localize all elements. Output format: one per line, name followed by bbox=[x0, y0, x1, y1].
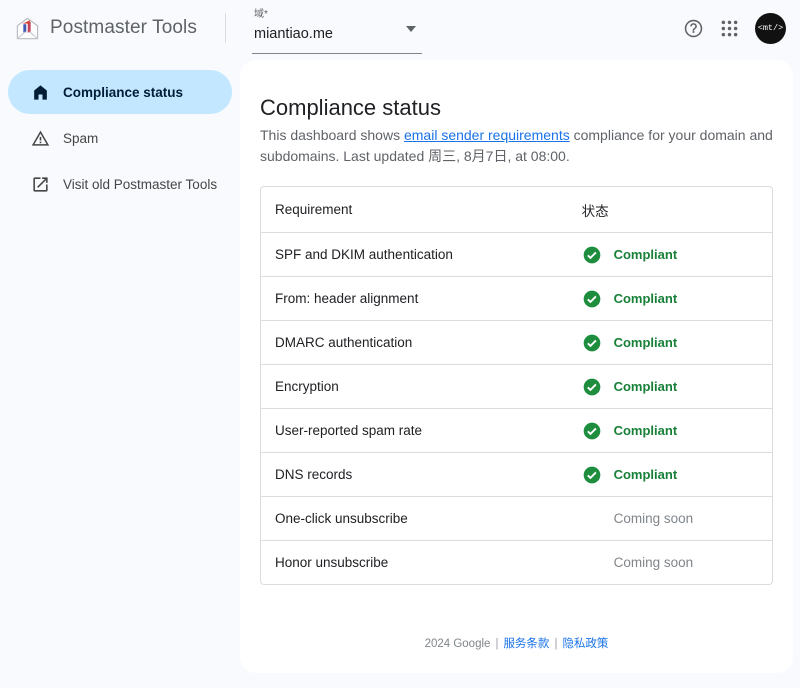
status-cell: Coming soon bbox=[568, 540, 772, 584]
table-row: DMARC authentication Compliant bbox=[261, 320, 772, 364]
content-card: Compliance status This dashboard shows e… bbox=[240, 60, 793, 673]
status-text: Compliant bbox=[614, 335, 678, 350]
header-divider bbox=[225, 13, 226, 43]
sidebar-item-label: Compliance status bbox=[63, 85, 183, 100]
check-circle-icon bbox=[582, 465, 602, 485]
status-text: Compliant bbox=[614, 247, 678, 262]
status-cell: Compliant bbox=[568, 320, 772, 364]
sidebar-item-compliance-status[interactable]: Compliance status bbox=[8, 70, 232, 114]
status-cell: Compliant bbox=[568, 276, 772, 320]
domain-selector-value: miantiao.me bbox=[254, 23, 420, 45]
status-cell: Compliant bbox=[568, 364, 772, 408]
email-sender-requirements-link[interactable]: email sender requirements bbox=[404, 127, 570, 143]
warning-triangle-icon bbox=[30, 128, 50, 148]
check-circle-icon bbox=[582, 333, 602, 353]
sidebar-nav: Compliance status Spam Visit old Postmas… bbox=[0, 56, 240, 688]
check-circle-icon bbox=[582, 421, 602, 441]
status-cell: Compliant bbox=[568, 452, 772, 496]
domain-selector[interactable]: 域* miantiao.me bbox=[252, 2, 422, 54]
home-icon bbox=[30, 82, 50, 102]
table-row: SPF and DKIM authentication Compliant bbox=[261, 232, 772, 276]
check-circle-icon bbox=[582, 289, 602, 309]
sidebar-item-spam[interactable]: Spam bbox=[8, 116, 232, 160]
chevron-down-icon bbox=[406, 26, 416, 32]
table-row: One-click unsubscribe Coming soon bbox=[261, 496, 772, 540]
footer-privacy-link[interactable]: 隐私政策 bbox=[562, 638, 608, 650]
requirement-cell: From: header alignment bbox=[261, 276, 568, 320]
requirement-cell: Encryption bbox=[261, 364, 568, 408]
apps-grid-button[interactable] bbox=[711, 10, 747, 46]
table-row: DNS records Compliant bbox=[261, 452, 772, 496]
help-button[interactable] bbox=[675, 10, 711, 46]
column-header-status: 状态 bbox=[568, 187, 772, 232]
open-in-new-icon bbox=[30, 174, 50, 194]
app-title: Postmaster Tools bbox=[50, 17, 197, 39]
sidebar-item-label: Spam bbox=[63, 131, 98, 146]
page-footer: 2024 Google | 服务条款 | 隐私政策 bbox=[260, 635, 773, 651]
compliance-table: Requirement 状态 SPF and DKIM authenticati… bbox=[260, 186, 773, 585]
check-circle-icon bbox=[582, 245, 602, 265]
status-text: Compliant bbox=[614, 467, 678, 482]
requirement-cell: SPF and DKIM authentication bbox=[261, 232, 568, 276]
account-avatar[interactable]: <mt/> bbox=[755, 13, 786, 44]
status-cell: Compliant bbox=[568, 232, 772, 276]
status-text: Coming soon bbox=[614, 555, 694, 570]
status-cell: Compliant bbox=[568, 408, 772, 452]
check-circle-icon bbox=[582, 377, 602, 397]
footer-separator-1: | bbox=[495, 638, 498, 650]
table-row: From: header alignment Compliant bbox=[261, 276, 772, 320]
help-icon bbox=[683, 18, 704, 39]
table-row: Honor unsubscribe Coming soon bbox=[261, 540, 772, 584]
sidebar-item-label: Visit old Postmaster Tools bbox=[63, 177, 217, 192]
app-logo-home-link[interactable]: Postmaster Tools bbox=[14, 15, 197, 42]
requirement-cell: DMARC authentication bbox=[261, 320, 568, 364]
requirement-cell: User-reported spam rate bbox=[261, 408, 568, 452]
column-header-requirement: Requirement bbox=[261, 187, 568, 232]
postmaster-logo-icon bbox=[14, 15, 41, 42]
status-text: Compliant bbox=[614, 423, 678, 438]
page-title: Compliance status bbox=[260, 94, 773, 122]
footer-terms-link[interactable]: 服务条款 bbox=[503, 638, 549, 650]
status-cell: Coming soon bbox=[568, 496, 772, 540]
table-row: Encryption Compliant bbox=[261, 364, 772, 408]
requirement-cell: One-click unsubscribe bbox=[261, 496, 568, 540]
description-prefix: This dashboard shows bbox=[260, 127, 404, 143]
table-header-row: Requirement 状态 bbox=[261, 187, 772, 232]
footer-copyright: 2024 Google bbox=[425, 638, 491, 650]
status-text: Coming soon bbox=[614, 511, 694, 526]
domain-selector-label: 域* bbox=[254, 9, 420, 21]
sidebar-item-visit-old-postmaster-tools[interactable]: Visit old Postmaster Tools bbox=[8, 162, 232, 206]
requirement-cell: DNS records bbox=[261, 452, 568, 496]
footer-separator-2: | bbox=[554, 638, 557, 650]
apps-grid-icon bbox=[719, 18, 740, 39]
table-row: User-reported spam rate Compliant bbox=[261, 408, 772, 452]
status-text: Compliant bbox=[614, 379, 678, 394]
page-description: This dashboard shows email sender requir… bbox=[260, 125, 773, 167]
top-header: Postmaster Tools 域* miantiao.me <mt/> bbox=[0, 0, 800, 56]
requirement-cell: Honor unsubscribe bbox=[261, 540, 568, 584]
status-text: Compliant bbox=[614, 291, 678, 306]
